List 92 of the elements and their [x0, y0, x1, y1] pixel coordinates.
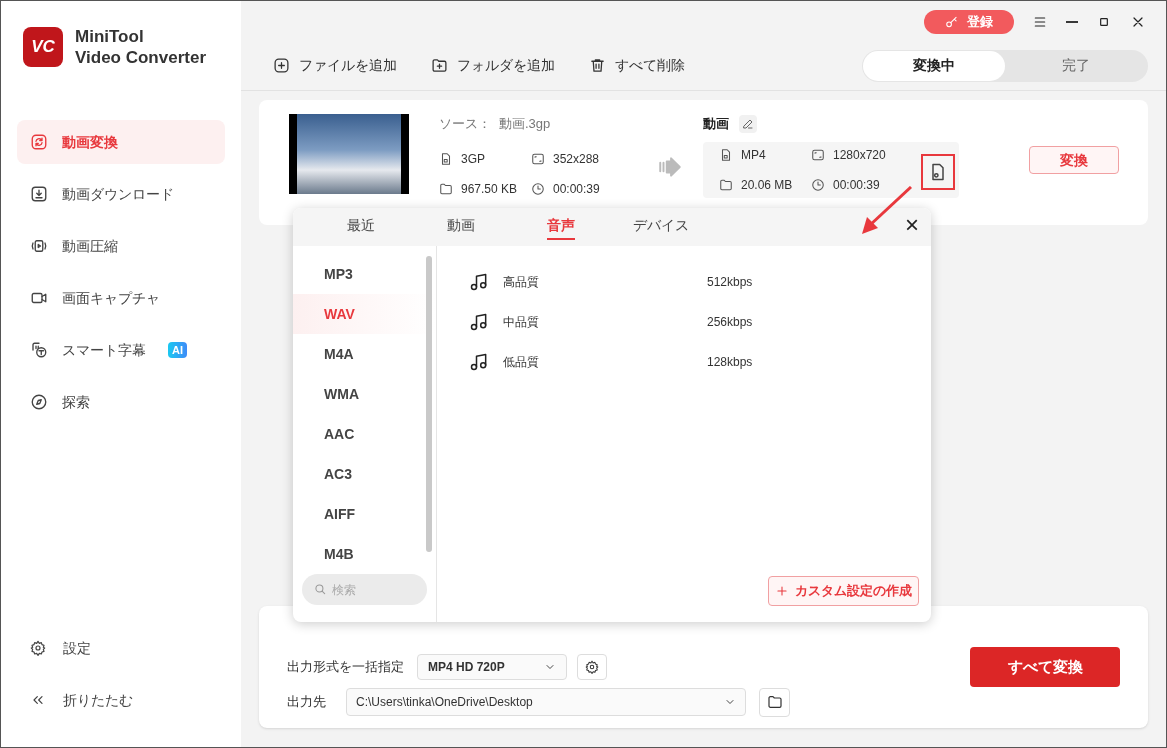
- menu-icon: [1032, 14, 1048, 30]
- folder-icon: [719, 177, 733, 192]
- file-info: 352x288: [553, 150, 600, 168]
- preset-row[interactable]: 高品質 512kbps: [469, 262, 931, 302]
- settings-icon: [30, 640, 46, 656]
- file-info: 967.50 KB: [461, 180, 518, 198]
- toolbar-button[interactable]: すべて削除: [589, 55, 685, 76]
- file-name: 動画.3gp: [499, 115, 551, 133]
- output-path-dropdown[interactable]: C:\Users\tinka\OneDrive\Desktop: [346, 688, 746, 716]
- sidebar-item[interactable]: 動画圧縮: [17, 224, 225, 268]
- quality-label: 低品質: [503, 354, 540, 371]
- video-file-icon: [439, 151, 453, 166]
- sidebar-item[interactable]: 設定: [30, 631, 212, 665]
- arrow-right-icon: [657, 154, 683, 180]
- toolbar-button[interactable]: ファイルを追加: [273, 55, 397, 76]
- bitrate-label: 128kbps: [707, 354, 753, 371]
- edit-button[interactable]: [739, 114, 757, 133]
- sidebar-item[interactable]: 折りたたむ: [30, 683, 212, 717]
- close-button[interactable]: ×: [905, 213, 919, 237]
- music-note-icon: [469, 352, 489, 372]
- format-tab[interactable]: 動画: [411, 208, 511, 246]
- format-list-item[interactable]: AIFF: [293, 494, 436, 534]
- sidebar-item[interactable]: スマート字幕 AI: [17, 328, 225, 372]
- music-note-icon: [469, 312, 489, 332]
- clock-icon: [811, 177, 825, 192]
- file-info: MP4: [741, 146, 766, 164]
- download-icon: [30, 185, 48, 203]
- quality-label: 中品質: [503, 314, 540, 331]
- music-note-icon: [469, 272, 489, 292]
- bitrate-label: 256kbps: [707, 314, 753, 331]
- output-label: 出力先: [287, 693, 327, 712]
- ai-badge: AI: [168, 341, 187, 359]
- search-icon: [313, 582, 327, 596]
- status-tab[interactable]: 完了: [1005, 50, 1147, 81]
- folder-icon: [439, 181, 453, 196]
- format-list-item[interactable]: M4A: [293, 334, 436, 374]
- plus-icon: [775, 584, 789, 598]
- search-field[interactable]: 検索: [302, 574, 427, 605]
- custom-settings-button[interactable]: カスタム設定の作成: [768, 576, 919, 606]
- folder-add-icon: [431, 57, 448, 74]
- folder-icon: [766, 694, 783, 710]
- menu-button[interactable]: [1032, 14, 1048, 30]
- format-tab[interactable]: 音声: [511, 208, 611, 246]
- file-info: 00:00:39: [833, 176, 880, 194]
- format-list-item[interactable]: AAC: [293, 414, 436, 454]
- scrollbar[interactable]: [426, 256, 432, 552]
- sidebar-item[interactable]: 探索: [17, 380, 225, 424]
- file-info: 00:00:39: [553, 180, 600, 198]
- app-logo: VC: [23, 27, 63, 67]
- clock-icon: [531, 181, 545, 196]
- sidebar-item[interactable]: 動画ダウンロード: [17, 172, 225, 216]
- edit-icon: [742, 117, 754, 130]
- preset-row[interactable]: 低品質 128kbps: [469, 342, 931, 382]
- target-label: 動画: [703, 115, 729, 133]
- file-info: 1280x720: [833, 146, 886, 164]
- video-file-icon: [719, 147, 733, 162]
- output-format-label: 出力形式を一括指定: [287, 657, 405, 676]
- convert-button[interactable]: 変換: [1029, 146, 1119, 174]
- file-info: 3GP: [461, 150, 485, 168]
- format-tab[interactable]: デバイス: [611, 208, 711, 246]
- preset-row[interactable]: 中品質 256kbps: [469, 302, 931, 342]
- compass-icon: [30, 393, 48, 411]
- format-tab[interactable]: 最近: [311, 208, 411, 246]
- trash-icon: [589, 57, 606, 74]
- compress-icon: [30, 237, 48, 255]
- key-icon: [945, 15, 959, 29]
- minimize-icon: [1066, 21, 1078, 23]
- browse-folder-button[interactable]: [759, 687, 790, 717]
- convert-all-button[interactable]: すべて変換: [970, 647, 1120, 687]
- format-list-item[interactable]: AC3: [293, 454, 436, 494]
- settings-icon: [585, 659, 599, 674]
- sidebar-item[interactable]: 動画変換: [17, 120, 225, 164]
- file-info: 20.06 MB: [741, 176, 793, 194]
- format-list-item[interactable]: MP3: [293, 254, 436, 294]
- bitrate-label: 512kbps: [707, 274, 753, 291]
- resolution-icon: [811, 147, 825, 162]
- app-name: Video Converter: [75, 47, 206, 68]
- format-dropdown[interactable]: MP4 HD 720P: [417, 653, 567, 680]
- add-icon: [273, 57, 290, 74]
- status-tab[interactable]: 変換中: [863, 50, 1005, 81]
- format-list-item[interactable]: M4B: [293, 534, 436, 574]
- format-settings-button[interactable]: [921, 153, 955, 190]
- settings-button[interactable]: [577, 653, 607, 680]
- sidebar-item[interactable]: 画面キャプチャ: [17, 276, 225, 320]
- source-label: ソース：: [439, 115, 491, 133]
- quality-label: 高品質: [503, 274, 540, 291]
- app-name: MiniTool: [75, 26, 145, 47]
- refresh-icon: [30, 133, 48, 151]
- toolbar-button[interactable]: フォルダを追加: [431, 55, 555, 76]
- subtitle-icon: [30, 341, 48, 359]
- resolution-icon: [531, 151, 545, 166]
- format-list-item[interactable]: WMA: [293, 374, 436, 414]
